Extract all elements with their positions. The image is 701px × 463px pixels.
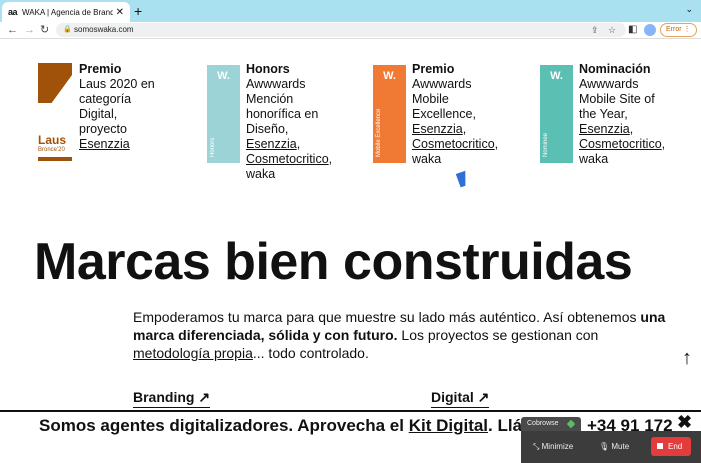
cobrowse-controls: ⤡ Minimize 🎙 Mute End (521, 431, 701, 463)
award-line: Mobile Site of (579, 92, 655, 106)
laus-logo-text: Laus (38, 133, 67, 147)
browser-toolbar: ← → ↻ 🔒 somoswaka.com ⇪ ☆ ◧ Error ⋮ (0, 22, 701, 39)
award-link-cosmetocritico[interactable]: Cosmetocritico (412, 137, 495, 151)
side-panel-icon[interactable]: ◧ (628, 23, 637, 37)
laus-logo-sub: Bronce'20 (38, 147, 65, 153)
award-nominee: Nominación Awwwards Mobile Site of the Y… (579, 62, 697, 167)
award-title: Nominación (579, 62, 651, 76)
awwwards-mobile-badge: W. Mobile Excellence (373, 65, 406, 163)
award-laus: Premio Laus 2020 en categoría Digital, p… (79, 62, 189, 152)
badge-vertical-label: Honors (210, 137, 216, 157)
end-button[interactable]: End (651, 437, 691, 456)
waka-favicon-icon: aa (8, 7, 18, 17)
awwwards-w-logo: W. (550, 70, 563, 82)
awwwards-honors-badge: W. Honors (207, 65, 240, 163)
close-tab-icon[interactable]: ✕ (116, 7, 124, 18)
award-title: Honors (246, 62, 290, 76)
new-tab-icon[interactable]: + (134, 3, 142, 19)
microphone-icon: 🎙 (599, 442, 610, 451)
intro-text: ... todo controlado. (252, 345, 369, 361)
tab-search-chevron-icon[interactable]: ⌄ (685, 4, 693, 15)
cobrowse-tab[interactable]: Cobrowse (521, 417, 581, 431)
error-label: Error (666, 26, 682, 33)
award-line: the Year, (579, 107, 628, 121)
badge-vertical-label: Nominee (543, 132, 549, 157)
awwwards-nominee-badge: W. Nominee (540, 65, 573, 163)
laus-logo-shape (38, 63, 72, 103)
awwwards-w-logo: W. (217, 70, 230, 82)
award-link-esenzzia[interactable]: Esenzzia (246, 137, 297, 151)
banner-text: Somos agentes digitalizadores. Aprovecha… (39, 416, 409, 435)
award-line: waka (412, 152, 442, 166)
branding-link[interactable]: Branding ↗ (133, 389, 211, 408)
award-line: Diseño, (246, 122, 289, 136)
award-line: Mención (246, 92, 294, 106)
methodology-link[interactable]: metodología propia (133, 345, 253, 361)
laus-badge: Laus Bronce'20 (38, 63, 72, 163)
error-button[interactable]: Error ⋮ (660, 23, 697, 37)
banner-close-icon[interactable]: ✖ (677, 412, 692, 433)
kit-digital-link[interactable]: Kit Digital (409, 416, 488, 435)
award-line: Digital, (79, 107, 118, 121)
intro-text: Los proyectos se gestionan con (397, 327, 599, 343)
award-line: Laus 2020 en (79, 77, 155, 91)
bookmark-star-icon[interactable]: ☆ (608, 23, 616, 37)
stop-icon (657, 443, 663, 449)
reload-icon[interactable]: ↻ (40, 23, 49, 37)
award-line: honorífica en (246, 107, 319, 121)
award-line: Excellence, (412, 107, 476, 121)
end-label: End (668, 442, 683, 451)
hero-title: Marcas bien construidas (34, 233, 633, 291)
award-honors: Honors Awwwards Mención honorífica en Di… (246, 62, 361, 182)
awwwards-w-logo: W. (383, 70, 396, 82)
award-link-esenzzia[interactable]: Esenzzia (79, 137, 130, 151)
laus-logo-bar (38, 157, 72, 161)
cobrowse-label: Cobrowse (527, 420, 559, 427)
browser-tab-strip: aa WAKA | Agencia de Branding y ✕ + ⌄ (0, 0, 701, 22)
digital-link[interactable]: Digital ↗ (431, 389, 490, 408)
browser-tab[interactable]: aa WAKA | Agencia de Branding y ✕ (2, 2, 130, 22)
badge-vertical-label: Mobile Excellence (376, 108, 382, 157)
mute-label: Mute (611, 442, 630, 451)
award-line: Awwwards (579, 77, 639, 91)
award-line: waka (246, 167, 276, 181)
award-link-esenzzia[interactable]: Esenzzia (412, 122, 463, 136)
minimize-button[interactable]: ⤡ Minimize (533, 441, 573, 453)
award-link-cosmetocritico[interactable]: Cosmetocritico (246, 152, 329, 166)
award-line: categoría (79, 92, 132, 106)
forward-icon[interactable]: → (24, 23, 35, 37)
lock-icon: 🔒 (63, 26, 72, 33)
back-icon[interactable]: ← (7, 23, 18, 37)
profile-avatar[interactable] (644, 24, 656, 36)
scroll-top-icon[interactable]: ↑ (682, 347, 692, 370)
minimize-icon: ⤡ (533, 442, 540, 451)
award-line: Awwwards (246, 77, 306, 91)
award-link-cosmetocritico[interactable]: Cosmetocritico (579, 137, 662, 151)
award-line: Mobile (412, 92, 449, 106)
status-indicator-icon (566, 419, 576, 429)
url-text: somoswaka.com (74, 25, 134, 34)
award-title: Premio (412, 62, 455, 76)
award-line: proyecto (79, 122, 127, 136)
tab-title: WAKA | Agencia de Branding y (22, 7, 113, 17)
minimize-label: Minimize (541, 442, 574, 451)
address-bar[interactable]: 🔒 somoswaka.com ⇪ ☆ (56, 23, 626, 37)
award-line: waka (579, 152, 609, 166)
intro-text: Empoderamos tu marca para que muestre su… (133, 309, 641, 325)
share-icon[interactable]: ⇪ (591, 23, 599, 37)
award-title: Premio (79, 62, 122, 76)
award-link-esenzzia[interactable]: Esenzzia (579, 122, 630, 136)
award-mobile: Premio Awwwards Mobile Excellence, Esenz… (412, 62, 527, 167)
intro-paragraph: Empoderamos tu marca para que muestre su… (133, 308, 673, 362)
mouse-cursor-icon (455, 170, 471, 188)
mute-button[interactable]: 🎙 Mute (599, 441, 629, 453)
award-line: Awwwards (412, 77, 472, 91)
